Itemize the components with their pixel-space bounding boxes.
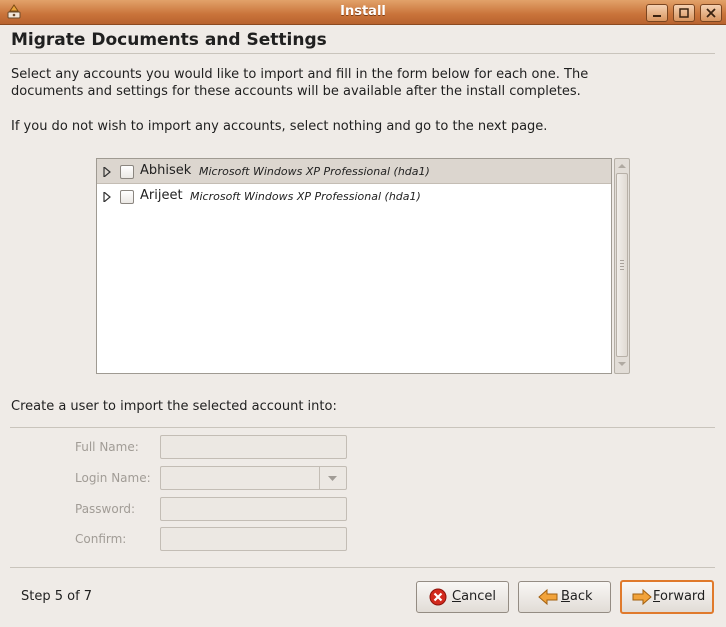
- login-name-dropdown-button[interactable]: [319, 467, 346, 489]
- confirm-password-field[interactable]: [160, 527, 347, 551]
- maximize-icon: [679, 8, 689, 18]
- close-button[interactable]: [700, 4, 722, 22]
- scroll-up-icon[interactable]: [618, 163, 626, 169]
- cancel-label: Cancel: [452, 589, 497, 604]
- form-divider: [10, 427, 715, 428]
- scrollbar-thumb[interactable]: [616, 173, 628, 357]
- password-label: Password:: [75, 502, 136, 516]
- expander-triangle-icon[interactable]: [103, 190, 111, 206]
- forward-label: Forward: [653, 589, 706, 604]
- minimize-button[interactable]: [646, 4, 668, 22]
- account-checkbox[interactable]: [120, 165, 134, 179]
- full-name-label: Full Name:: [75, 440, 139, 454]
- window-title: Install: [340, 4, 386, 19]
- cancel-icon: [429, 588, 447, 610]
- account-os: Microsoft Windows XP Professional (hda1): [190, 190, 421, 203]
- account-os: Microsoft Windows XP Professional (hda1): [199, 165, 430, 178]
- confirm-label: Confirm:: [75, 532, 127, 546]
- accounts-scrollbar[interactable]: [614, 158, 630, 374]
- footer-divider: [10, 567, 715, 568]
- account-name: Abhisek: [140, 163, 192, 178]
- title-bar[interactable]: Install: [0, 0, 726, 25]
- back-button[interactable]: Back: [518, 581, 611, 613]
- intro-text-line1: Select any accounts you would like to im…: [11, 67, 589, 82]
- account-checkbox[interactable]: [120, 190, 134, 204]
- login-name-combo[interactable]: [160, 466, 347, 490]
- list-item[interactable]: Abhisek Microsoft Windows XP Professiona…: [97, 159, 611, 184]
- forward-arrow-icon: [632, 588, 652, 610]
- maximize-button[interactable]: [673, 4, 695, 22]
- close-icon: [706, 8, 716, 18]
- back-label: Back: [561, 589, 593, 604]
- title-divider: [10, 53, 715, 54]
- install-window: Install Migrate Documents and Settings S…: [0, 0, 726, 627]
- page-title: Migrate Documents and Settings: [11, 30, 327, 50]
- expander-triangle-icon[interactable]: [103, 165, 111, 181]
- accounts-list[interactable]: Abhisek Microsoft Windows XP Professiona…: [96, 158, 612, 374]
- password-field[interactable]: [160, 497, 347, 521]
- list-item[interactable]: Arijeet Microsoft Windows XP Professiona…: [97, 184, 611, 208]
- form-heading: Create a user to import the selected acc…: [11, 399, 337, 414]
- minimize-icon: [653, 15, 661, 17]
- intro-text-line3: If you do not wish to import any account…: [11, 119, 548, 134]
- step-indicator: Step 5 of 7: [21, 589, 93, 604]
- forward-button[interactable]: Forward: [620, 580, 714, 614]
- login-name-label: Login Name:: [75, 471, 151, 485]
- cancel-button[interactable]: Cancel: [416, 581, 509, 613]
- full-name-field[interactable]: [160, 435, 347, 459]
- chevron-down-icon: [328, 476, 337, 481]
- account-name: Arijeet: [140, 188, 183, 203]
- scroll-down-icon[interactable]: [618, 361, 626, 367]
- intro-text-line2: documents and settings for these account…: [11, 84, 581, 99]
- back-arrow-icon: [538, 588, 558, 610]
